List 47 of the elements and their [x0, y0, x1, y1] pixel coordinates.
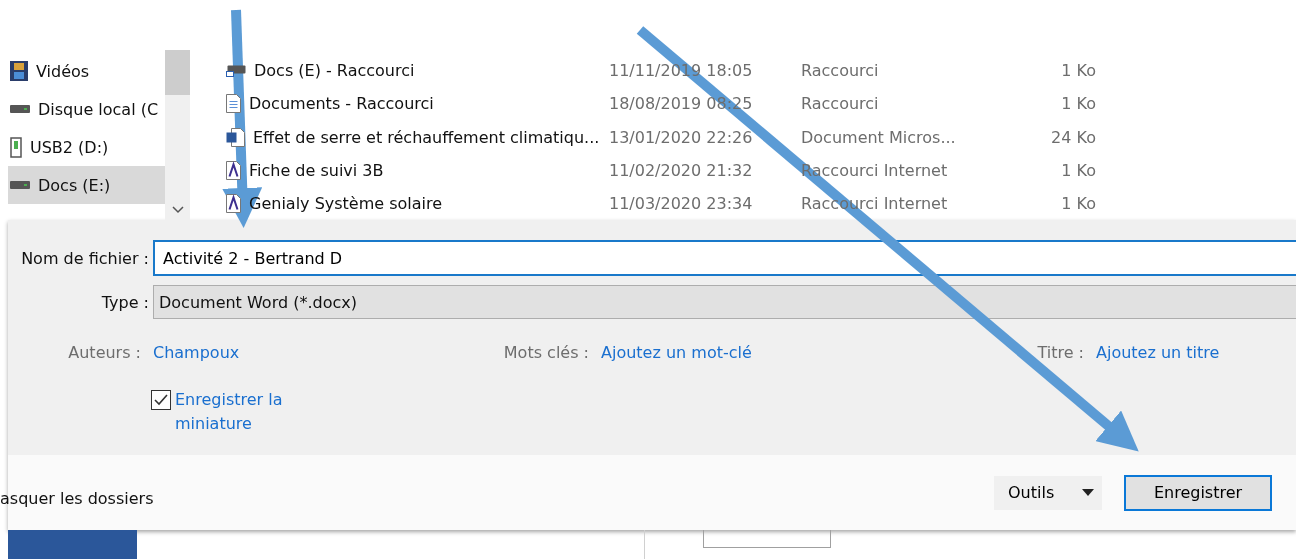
file-date: 11/02/2020 21:32	[609, 160, 754, 180]
file-name[interactable]: Effet de serre et réchauffement climatiqu...	[253, 127, 600, 147]
file-name[interactable]: Fiche de suivi 3B	[249, 160, 384, 180]
check-icon	[154, 394, 168, 406]
film-icon	[10, 61, 28, 81]
file-size: 24 Ko	[1050, 127, 1096, 147]
web-shortcut-icon	[226, 160, 241, 180]
hide-folders-link[interactable]: asquer les dossiers	[0, 477, 994, 508]
file-type: Document Micros...	[801, 127, 957, 147]
word-document-icon	[226, 127, 245, 147]
meta-label: Auteurs :	[67, 342, 142, 362]
file-size: 1 Ko	[1060, 94, 1096, 114]
caret-icon	[1082, 489, 1094, 496]
meta-link[interactable]: Ajoutez un mot-clé	[601, 342, 931, 362]
drive-shortcut-icon	[226, 64, 246, 77]
scrollbar[interactable]	[165, 50, 190, 220]
file-size: 1 Ko	[1060, 160, 1096, 180]
thumbnail-label[interactable]: Enregistrer la miniature	[175, 388, 305, 436]
web-shortcut-icon	[226, 193, 241, 213]
file-date: 11/03/2020 23:34	[609, 193, 754, 213]
file-type: Raccourci	[801, 61, 880, 81]
checkbox[interactable]	[151, 390, 171, 410]
tools-button[interactable]: Outils	[994, 475, 1102, 510]
file-size: 1 Ko	[1060, 193, 1096, 213]
file-size: 1 Ko	[1060, 61, 1096, 81]
file-type: Raccourci	[801, 94, 880, 114]
filename-label: Nom de fichier :	[20, 248, 150, 268]
usb-drive-icon	[10, 136, 22, 158]
nav-item[interactable]: Docs (E:)	[8, 166, 165, 204]
filename-field[interactable]: Activité 2 - Bertrand D	[153, 240, 1296, 276]
meta-link[interactable]: Champoux	[153, 342, 443, 362]
drive-icon	[10, 181, 30, 189]
meta-label: Mots clés :	[502, 342, 590, 362]
nav-item[interactable]: Vidéos	[8, 52, 165, 90]
nav-item[interactable]: Disque local (C	[8, 90, 165, 128]
file-name[interactable]: Documents - Raccourci	[249, 94, 434, 114]
type-dropdown[interactable]: Document Word (*.docx)	[153, 285, 1296, 319]
save-button[interactable]: Enregistrer	[1124, 474, 1272, 511]
meta-link[interactable]: Ajoutez un titre	[1096, 342, 1296, 362]
type-label: Type :	[100, 292, 150, 312]
file-date: 13/01/2020 22:26	[609, 127, 754, 147]
meta-label: Titre :	[1036, 342, 1085, 362]
nav-item[interactable]: USB2 (D:)	[8, 128, 165, 166]
chevron-down-icon[interactable]	[171, 206, 184, 214]
drive-icon	[10, 105, 30, 113]
file-name[interactable]: Docs (E) - Raccourci	[254, 61, 415, 81]
document-icon	[226, 94, 241, 114]
